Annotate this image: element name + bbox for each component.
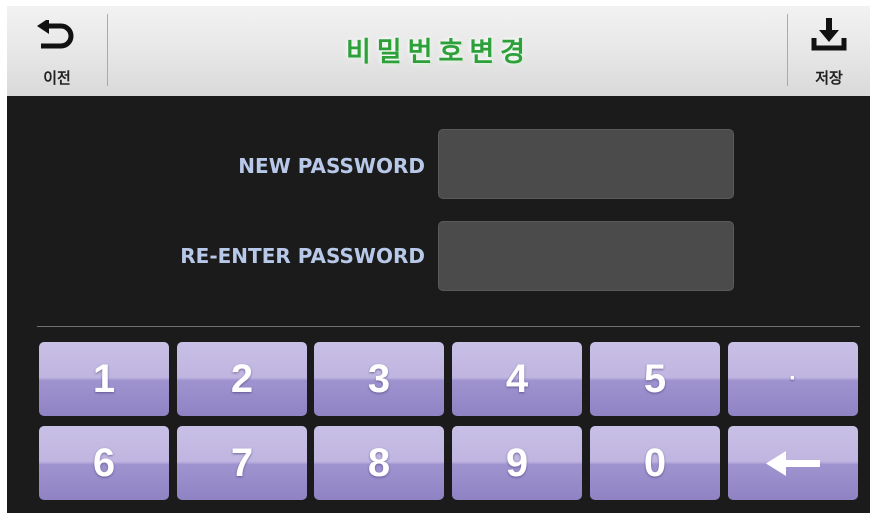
key-dot[interactable]: · xyxy=(728,342,858,416)
back-label: 이전 xyxy=(43,69,71,87)
key-7[interactable]: 7 xyxy=(177,426,307,500)
reenter-password-label: RE-ENTER PASSWORD xyxy=(180,244,425,268)
main-panel: NEW PASSWORD RE-ENTER PASSWORD 1 2 3 4 5… xyxy=(7,96,870,513)
password-change-screen: 이전 비밀번호변경 저장 NEW PASSWORD RE-ENTER PASSW… xyxy=(0,0,878,513)
top-bar: 이전 비밀번호변경 저장 xyxy=(7,6,870,96)
key-3[interactable]: 3 xyxy=(314,342,444,416)
new-password-field[interactable] xyxy=(438,129,734,199)
left-arrow-icon xyxy=(766,451,820,476)
key-6[interactable]: 6 xyxy=(39,426,169,500)
download-icon xyxy=(811,18,847,51)
key-8[interactable]: 8 xyxy=(314,426,444,500)
reenter-password-field[interactable] xyxy=(438,221,734,291)
separator-line xyxy=(37,326,860,327)
key-9[interactable]: 9 xyxy=(452,426,582,500)
key-2[interactable]: 2 xyxy=(177,342,307,416)
page-title: 비밀번호변경 xyxy=(345,37,532,68)
save-label: 저장 xyxy=(815,69,843,87)
key-1[interactable]: 1 xyxy=(39,342,169,416)
save-button[interactable]: 저장 xyxy=(788,6,870,96)
key-5[interactable]: 5 xyxy=(590,342,720,416)
key-4[interactable]: 4 xyxy=(452,342,582,416)
new-password-label: NEW PASSWORD xyxy=(238,154,425,178)
backspace-key[interactable] xyxy=(728,426,858,500)
key-0[interactable]: 0 xyxy=(590,426,720,500)
